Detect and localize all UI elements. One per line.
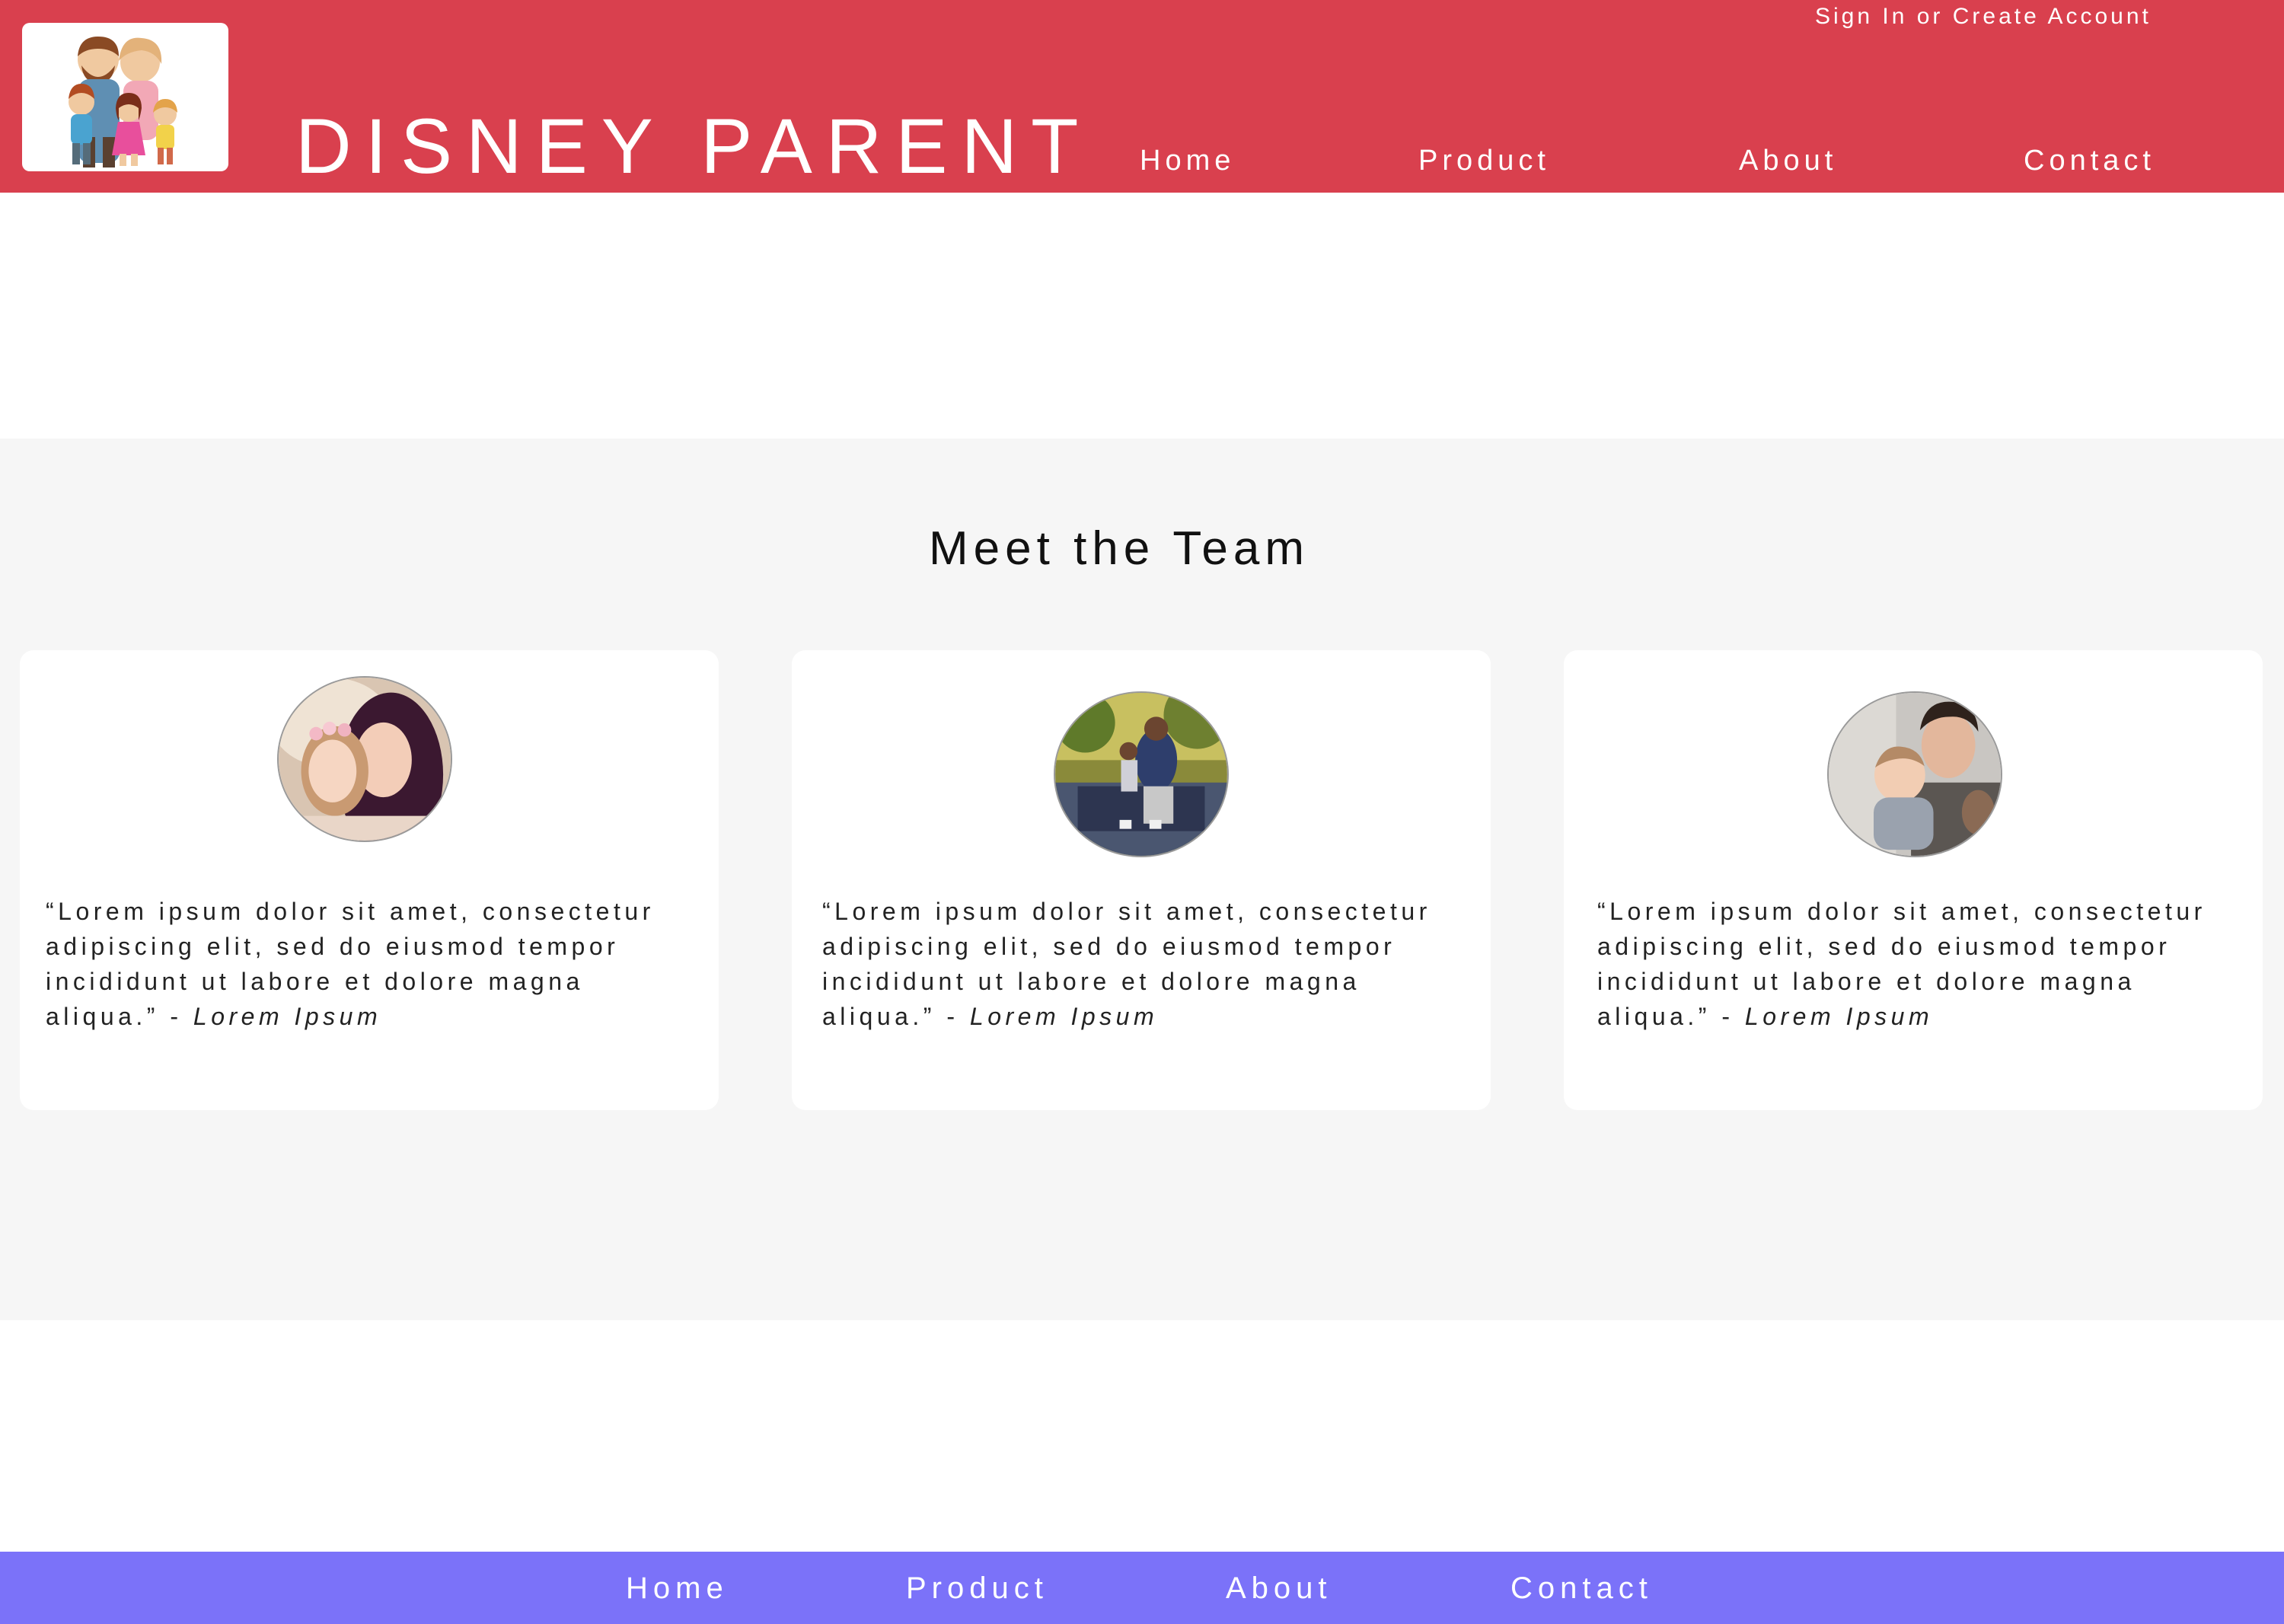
quote-author: Lorem Ipsum <box>1744 1003 1934 1030</box>
quote-author: Lorem Ipsum <box>193 1003 382 1030</box>
team-quote: “Lorem ipsum dolor sit amet, consectetur… <box>1597 894 2260 1034</box>
team-card: “Lorem ipsum dolor sit amet, consectetur… <box>792 650 1491 1110</box>
team-quote: “Lorem ipsum dolor sit amet, consectetur… <box>822 894 1485 1034</box>
team-card: “Lorem ipsum dolor sit amet, consectetur… <box>1564 650 2263 1110</box>
nav-home-link[interactable]: Home <box>1140 142 1235 180</box>
avatar-father-child-photo <box>1054 691 1229 857</box>
site-footer: Home Product About Contact <box>0 1552 2284 1624</box>
avatar-mother-daughter-photo <box>277 676 452 842</box>
footer-contact-link[interactable]: Contact <box>1510 1567 1653 1610</box>
team-section-title: Meet the Team <box>929 522 1309 575</box>
sign-in-link[interactable]: Sign In or Create Account <box>1815 2 2152 32</box>
team-card: “Lorem ipsum dolor sit amet, consectetur… <box>20 650 719 1110</box>
footer-about-link[interactable]: About <box>1226 1567 1332 1610</box>
team-section: Meet the Team “Lorem ipsum dolor sit ame… <box>0 439 2284 1320</box>
nav-product-link[interactable]: Product <box>1418 142 1550 180</box>
footer-product-link[interactable]: Product <box>906 1567 1048 1610</box>
site-brand-title: DISNEY PARENT <box>295 103 1093 190</box>
site-header: Sign In or Create Account DISNEY PARENT … <box>0 0 2284 193</box>
nav-contact-link[interactable]: Contact <box>2024 142 2155 180</box>
avatar-father-baby-photo <box>1827 691 2002 857</box>
quote-author: Lorem Ipsum <box>969 1003 1159 1030</box>
footer-home-link[interactable]: Home <box>626 1567 729 1610</box>
team-quote: “Lorem ipsum dolor sit amet, consectetur… <box>46 894 708 1034</box>
nav-about-link[interactable]: About <box>1739 142 1837 180</box>
family-logo-icon[interactable] <box>22 23 228 171</box>
